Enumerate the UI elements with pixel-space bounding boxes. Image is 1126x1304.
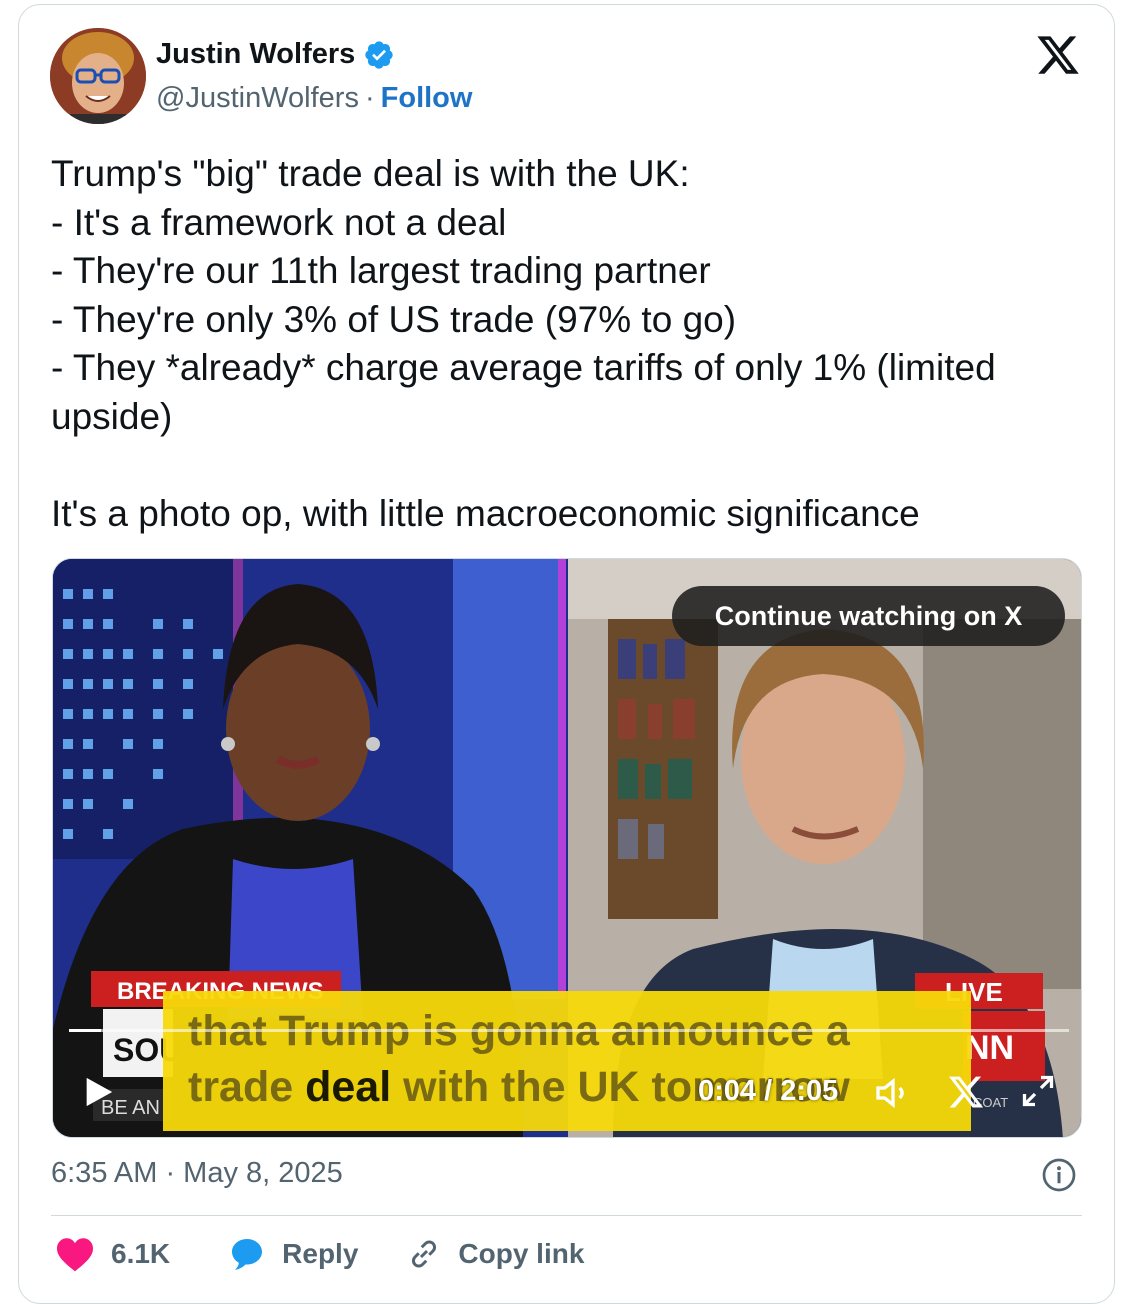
tweet-text: Trump's "big" trade deal is with the UK:… bbox=[51, 153, 996, 534]
author-name-row: Justin Wolfers bbox=[156, 38, 395, 71]
x-watch-icon[interactable] bbox=[947, 1073, 985, 1111]
fullscreen-icon[interactable] bbox=[1020, 1073, 1056, 1109]
reply-bubble-icon bbox=[232, 1239, 263, 1270]
caption-line-2-pre: trade bbox=[188, 1063, 306, 1111]
author-handle-row: @JustinWolfers · Follow bbox=[156, 82, 472, 115]
divider bbox=[51, 1215, 1082, 1216]
like-count: 6.1K bbox=[111, 1238, 171, 1269]
progress-fill bbox=[69, 1029, 101, 1032]
copy-link-button[interactable]: Copy link bbox=[406, 1236, 584, 1272]
video-player[interactable]: BREAKING NEWS SOU BE AN LIVE NN COAT Con… bbox=[52, 558, 1082, 1138]
progress-track[interactable] bbox=[69, 1029, 1069, 1032]
copy-link-label: Copy link bbox=[458, 1238, 585, 1269]
follow-button[interactable]: Follow bbox=[381, 82, 473, 115]
play-icon[interactable] bbox=[81, 1074, 115, 1110]
author-avatar[interactable] bbox=[50, 28, 146, 124]
info-icon[interactable] bbox=[1041, 1157, 1077, 1193]
action-bar: 6.1K Reply Copy link bbox=[55, 1236, 584, 1272]
volume-muted-icon[interactable] bbox=[873, 1073, 913, 1113]
author-handle[interactable]: @JustinWolfers bbox=[156, 82, 359, 115]
separator-dot: · bbox=[364, 82, 375, 114]
author-name[interactable]: Justin Wolfers bbox=[156, 38, 355, 71]
continue-watching-button[interactable]: Continue watching on X bbox=[672, 586, 1065, 646]
video-caption: that Trump is gonna announce a trade dea… bbox=[188, 1003, 978, 1115]
reply-label: Reply bbox=[282, 1238, 359, 1269]
like-button[interactable]: 6.1K bbox=[55, 1236, 170, 1272]
video-time: 0:04 / 2:05 bbox=[698, 1075, 839, 1107]
verified-badge-icon bbox=[365, 40, 393, 69]
reply-button[interactable]: Reply bbox=[228, 1236, 358, 1272]
x-logo-icon[interactable] bbox=[1035, 32, 1081, 78]
tweet-timestamp[interactable]: 6:35 AM · May 8, 2025 bbox=[51, 1157, 343, 1190]
caption-line-2-bold: deal bbox=[305, 1063, 392, 1111]
link-icon bbox=[412, 1240, 437, 1268]
heart-icon bbox=[57, 1238, 93, 1272]
